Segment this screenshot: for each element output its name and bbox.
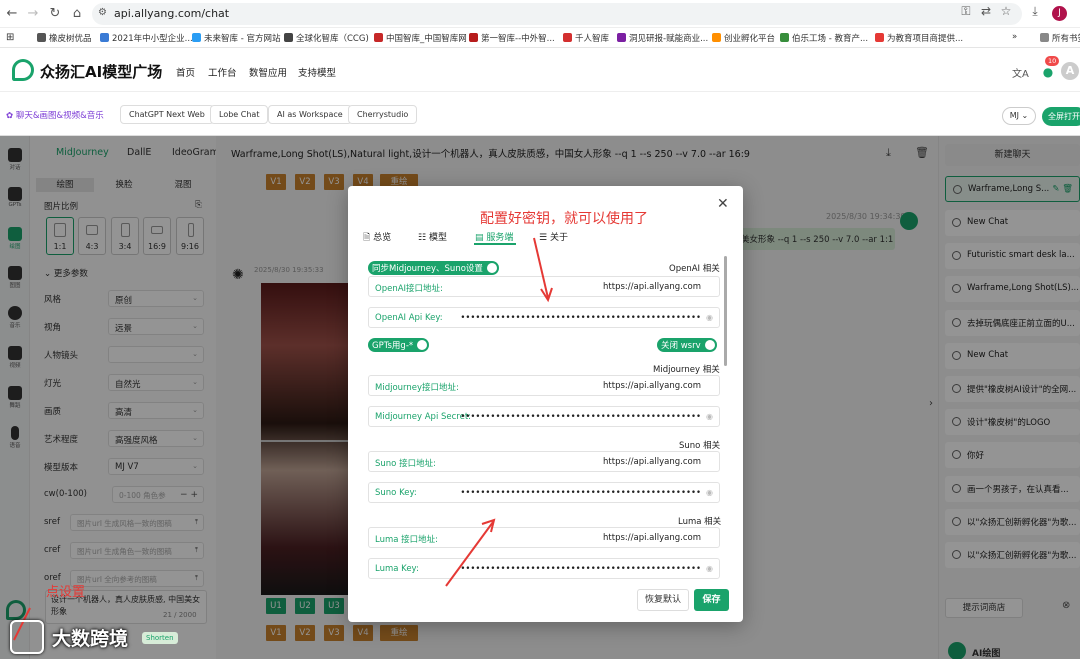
arrow-line-bottom [445,521,494,587]
watermark-logo-icon [10,620,44,654]
watermark-text: 大数跨境 [52,628,129,650]
annotation-click-settings: 点设置 [46,585,86,600]
shorten-badge[interactable]: Shorten [142,632,178,644]
annotation-arrows [13,237,553,641]
